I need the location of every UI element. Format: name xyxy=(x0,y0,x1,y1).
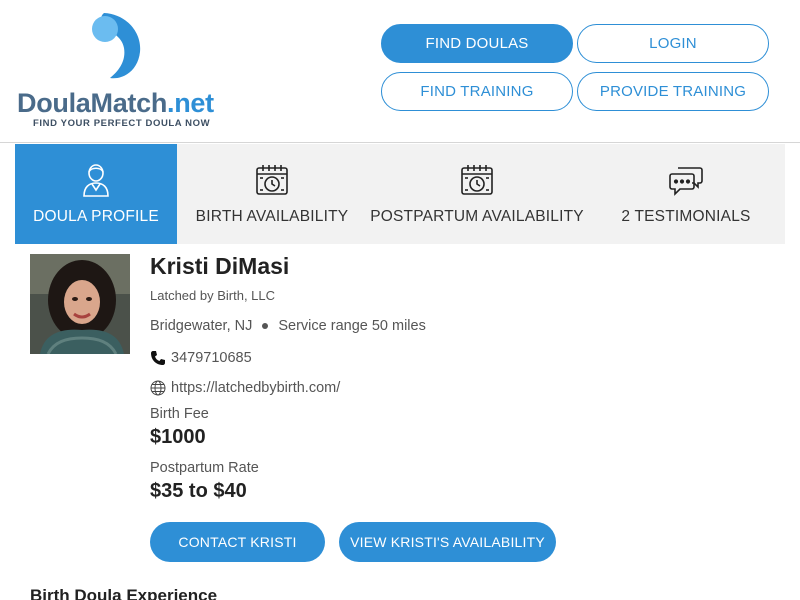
phone-icon xyxy=(150,350,166,366)
birth-fee-value: $1000 xyxy=(150,426,206,448)
website-link[interactable]: https://latchedbybirth.com/ xyxy=(171,380,340,396)
provide-training-button[interactable]: PROVIDE TRAINING xyxy=(577,72,769,111)
postpartum-rate-label: Postpartum Rate xyxy=(150,460,259,476)
website-row[interactable]: https://latchedbybirth.com/ xyxy=(150,380,340,396)
contact-doula-button[interactable]: CONTACT KRISTI xyxy=(150,522,325,562)
tab-postpartum-availability[interactable]: POSTPARTUM AVAILABILITY xyxy=(367,144,587,244)
logo-tagline: FIND YOUR PERFECT DOULA NOW xyxy=(33,118,211,129)
phone-row[interactable]: 3479710685 xyxy=(150,350,252,366)
logo-mark-icon xyxy=(92,13,141,79)
tab-birth-availability[interactable]: BIRTH AVAILABILITY xyxy=(177,144,367,244)
calendar-clock-icon xyxy=(255,162,289,198)
view-availability-button[interactable]: VIEW KRISTI'S AVAILABILITY xyxy=(339,522,556,562)
doula-name: Kristi DiMasi xyxy=(150,253,290,279)
logo-wordmark: DoulaMatch.net xyxy=(17,88,214,118)
doula-person-icon xyxy=(82,162,110,198)
tab-doula-profile[interactable]: DOULA PROFILE xyxy=(15,144,177,244)
birth-fee-label: Birth Fee xyxy=(150,406,209,422)
service-range: Service range 50 miles xyxy=(278,318,426,334)
phone-number[interactable]: 3479710685 xyxy=(171,350,252,366)
experience-heading: Birth Doula Experience xyxy=(30,586,218,600)
doula-avatar xyxy=(30,254,130,354)
tab-label: 2 TESTIMONIALS xyxy=(621,208,751,225)
postpartum-rate-value: $35 to $40 xyxy=(150,480,247,502)
find-doulas-button[interactable]: FIND DOULAS xyxy=(381,24,573,63)
find-training-button[interactable]: FIND TRAINING xyxy=(381,72,573,111)
tab-label: DOULA PROFILE xyxy=(33,208,159,225)
site-logo[interactable]: DoulaMatch.net FIND YOUR PERFECT DOULA N… xyxy=(17,12,222,132)
tab-label: POSTPARTUM AVAILABILITY xyxy=(370,208,584,225)
profile-photo-icon xyxy=(30,254,130,354)
calendar-clock-icon xyxy=(460,162,494,198)
separator-dot xyxy=(262,323,269,329)
globe-icon xyxy=(150,380,166,396)
doula-company: Latched by Birth, LLC xyxy=(150,288,276,303)
chat-bubbles-icon xyxy=(668,162,704,198)
login-button[interactable]: LOGIN xyxy=(577,24,769,63)
location-row: Bridgewater, NJ Service range 50 miles xyxy=(150,318,426,334)
doula-location: Bridgewater, NJ xyxy=(150,318,253,334)
site-header: DoulaMatch.net FIND YOUR PERFECT DOULA N… xyxy=(0,0,800,143)
profile-tabs: DOULA PROFILE BIRTH AVAILABILITY POSTPAR… xyxy=(15,144,785,244)
tab-testimonials[interactable]: 2 TESTIMONIALS xyxy=(587,144,785,244)
tab-label: BIRTH AVAILABILITY xyxy=(195,208,349,225)
